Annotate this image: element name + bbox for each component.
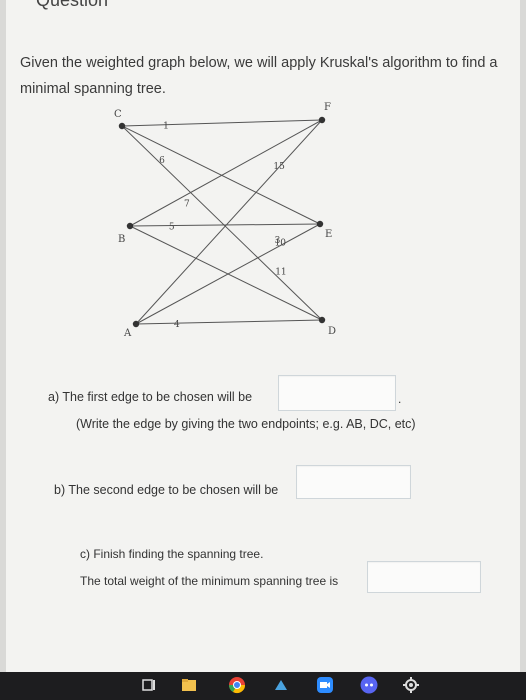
edge-weight-AF: 15	[273, 162, 285, 172]
page-title-partial: Question	[36, 0, 109, 10]
edge-weight-CE: 10	[275, 238, 287, 248]
edge-weight-BD: 11	[275, 267, 286, 277]
app-icon[interactable]	[272, 676, 290, 694]
page: Question Given the weighted graph below,…	[6, 0, 520, 672]
answer-a-input[interactable]	[278, 375, 396, 411]
edge-weight-CF: 1	[163, 122, 169, 132]
answer-c-input[interactable]	[367, 561, 481, 593]
edge-weight-BF: 7	[184, 199, 190, 209]
node-label-F: F	[324, 102, 331, 113]
question-a-note: (Write the edge by giving the two endpoi…	[76, 417, 416, 431]
edge-BD	[129, 225, 323, 321]
edge-CE	[121, 125, 321, 225]
discord-icon[interactable]	[360, 676, 378, 694]
file-explorer-icon[interactable]	[180, 676, 198, 694]
task-view-icon[interactable]	[140, 676, 158, 694]
edge-weight-BE: 5	[169, 223, 175, 233]
edge-AD	[135, 319, 323, 325]
node-F	[318, 116, 326, 124]
edge-weight-CD: 6	[159, 156, 165, 166]
edge-CD	[121, 125, 323, 321]
taskbar	[0, 672, 526, 700]
node-label-A: A	[123, 328, 132, 339]
node-E	[316, 220, 324, 228]
edge-BF	[129, 119, 323, 227]
node-C	[118, 122, 126, 130]
edge-AE	[135, 223, 321, 325]
edge-CF	[121, 119, 323, 127]
node-B	[126, 222, 134, 230]
node-label-C: C	[114, 109, 122, 120]
node-A	[132, 320, 140, 328]
settings-icon[interactable]	[402, 676, 420, 694]
node-label-B: B	[118, 234, 125, 245]
node-label-D: D	[328, 326, 336, 337]
edge-weight-AD: 4	[174, 320, 180, 330]
node-label-E: E	[325, 229, 332, 240]
question-prompt: Given the weighted graph below, we will …	[20, 55, 498, 97]
question-a-trailing: .	[398, 392, 402, 406]
question-c-label: c) Finish finding the spanning tree.	[80, 547, 264, 561]
question-c-total-label: The total weight of the minimum spanning…	[80, 574, 339, 588]
question-a-label: a) The first edge to be chosen will be	[48, 390, 253, 404]
chrome-icon[interactable]	[228, 676, 246, 694]
weighted-graph: 165415113710 CFB EA D	[114, 102, 336, 339]
node-D	[318, 316, 326, 324]
question-b-label: b) The second edge to be chosen will be	[54, 483, 279, 497]
answer-b-input[interactable]	[296, 465, 411, 499]
zoom-icon[interactable]	[316, 676, 334, 694]
